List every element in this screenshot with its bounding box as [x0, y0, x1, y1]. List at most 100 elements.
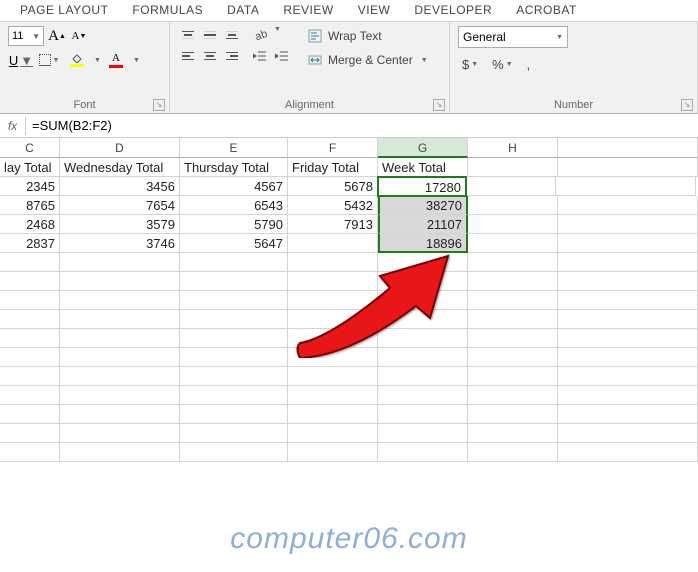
cell[interactable] — [558, 196, 698, 215]
borders-button[interactable]: ▼ — [36, 50, 62, 70]
cell[interactable] — [0, 272, 60, 291]
cell[interactable] — [60, 367, 180, 386]
tab-developer[interactable]: DEVELOPER — [402, 0, 504, 21]
cell[interactable] — [180, 386, 288, 405]
selected-cell[interactable]: 21107 — [378, 215, 468, 234]
cell[interactable] — [60, 405, 180, 424]
cell[interactable]: Friday Total — [288, 158, 378, 177]
tab-acrobat[interactable]: ACROBAT — [504, 0, 589, 21]
cell[interactable] — [0, 329, 60, 348]
formula-input[interactable] — [26, 116, 698, 135]
font-color-button[interactable]: A — [103, 50, 129, 70]
cell[interactable] — [180, 443, 288, 462]
cell[interactable] — [468, 424, 558, 443]
number-format-combo[interactable]: General ▼ — [458, 26, 568, 48]
cell[interactable]: 3456 — [60, 177, 180, 196]
cell[interactable] — [180, 310, 288, 329]
cell[interactable]: 2837 — [0, 234, 60, 253]
cell[interactable]: lay Total — [0, 158, 60, 177]
font-size-combo[interactable]: 11 ▼ — [8, 26, 44, 46]
cell[interactable] — [558, 405, 698, 424]
cell[interactable] — [378, 386, 468, 405]
increase-font-size-button[interactable]: A▲ — [48, 26, 66, 46]
cell[interactable] — [468, 272, 558, 291]
cell[interactable] — [0, 348, 60, 367]
fx-icon[interactable]: fx — [0, 117, 26, 135]
cell[interactable] — [288, 424, 378, 443]
cell[interactable] — [468, 234, 558, 253]
align-top-button[interactable] — [178, 26, 198, 44]
orientation-button[interactable]: ab — [250, 26, 270, 44]
cell[interactable] — [556, 177, 696, 196]
col-header-blank[interactable] — [558, 138, 698, 158]
percent-format-button[interactable]: %▼ — [488, 54, 517, 74]
cell[interactable] — [60, 310, 180, 329]
cell[interactable] — [60, 443, 180, 462]
cell[interactable] — [468, 367, 558, 386]
cell[interactable] — [468, 215, 558, 234]
cell[interactable] — [60, 386, 180, 405]
cell[interactable]: Wednesday Total — [60, 158, 180, 177]
cell[interactable] — [468, 158, 558, 177]
cell[interactable] — [558, 348, 698, 367]
cell[interactable] — [288, 348, 378, 367]
align-right-button[interactable] — [222, 47, 242, 65]
font-dialog-launcher[interactable]: ↘ — [153, 99, 165, 111]
decrease-font-size-button[interactable]: A▼ — [70, 26, 88, 46]
cell[interactable] — [0, 310, 60, 329]
cell[interactable] — [378, 329, 468, 348]
cell[interactable] — [180, 367, 288, 386]
cell[interactable] — [468, 405, 558, 424]
alignment-dialog-launcher[interactable]: ↘ — [433, 99, 445, 111]
tab-formulas[interactable]: FORMULAS — [120, 0, 215, 21]
align-middle-button[interactable] — [200, 26, 220, 44]
cell[interactable] — [180, 329, 288, 348]
cell[interactable]: 8765 — [0, 196, 60, 215]
cell[interactable] — [288, 386, 378, 405]
cell[interactable]: 5790 — [180, 215, 288, 234]
cell[interactable] — [0, 386, 60, 405]
cell[interactable] — [0, 424, 60, 443]
cell[interactable] — [558, 158, 698, 177]
cell[interactable] — [0, 367, 60, 386]
cell[interactable] — [378, 424, 468, 443]
cell[interactable] — [468, 386, 558, 405]
cell[interactable] — [288, 367, 378, 386]
cell[interactable] — [180, 424, 288, 443]
number-dialog-launcher[interactable]: ↘ — [681, 99, 693, 111]
cell[interactable]: 2345 — [0, 177, 60, 196]
col-header-h[interactable]: H — [468, 138, 558, 158]
cell[interactable] — [468, 348, 558, 367]
selected-cell[interactable]: 18896 — [378, 234, 468, 253]
cell[interactable] — [558, 253, 698, 272]
cell[interactable] — [378, 443, 468, 462]
cell[interactable]: 5647 — [180, 234, 288, 253]
underline-button[interactable]: U▼ — [8, 50, 34, 70]
cell[interactable] — [378, 310, 468, 329]
cell[interactable]: 3746 — [60, 234, 180, 253]
cell[interactable] — [180, 291, 288, 310]
cell[interactable] — [558, 215, 698, 234]
cell[interactable] — [288, 443, 378, 462]
cell[interactable] — [180, 405, 288, 424]
cell[interactable]: 4567 — [180, 177, 288, 196]
wrap-text-button[interactable]: Wrap Text — [304, 26, 432, 46]
cell[interactable] — [288, 253, 378, 272]
col-header-e[interactable]: E — [180, 138, 288, 158]
align-left-button[interactable] — [178, 47, 198, 65]
cell[interactable] — [288, 291, 378, 310]
active-cell[interactable]: 17280 — [377, 176, 467, 197]
cell[interactable] — [378, 367, 468, 386]
cell[interactable] — [468, 329, 558, 348]
merge-center-button[interactable]: Merge & Center ▼ — [304, 50, 432, 70]
increase-indent-button[interactable] — [272, 47, 292, 65]
cell[interactable]: 6543 — [180, 196, 288, 215]
tab-view[interactable]: VIEW — [346, 0, 403, 21]
cell[interactable] — [558, 367, 698, 386]
cell[interactable]: 3579 — [60, 215, 180, 234]
cell[interactable] — [468, 196, 558, 215]
cell[interactable] — [558, 272, 698, 291]
cell[interactable] — [60, 253, 180, 272]
cell[interactable] — [60, 291, 180, 310]
cell[interactable] — [468, 443, 558, 462]
